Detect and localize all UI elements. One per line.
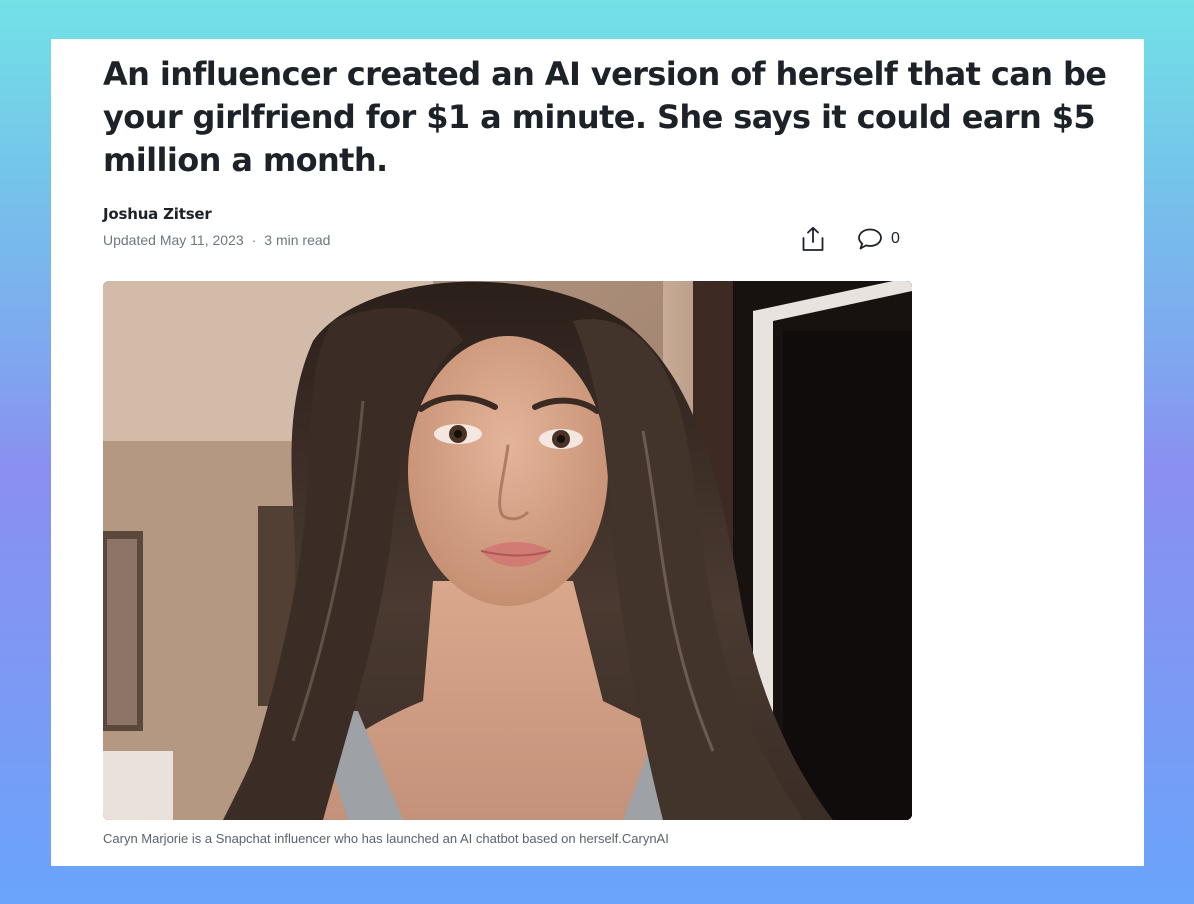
article-headline: An influencer created an AI version of h… [103, 55, 1107, 179]
author-name[interactable]: Joshua Zitser [103, 205, 212, 223]
comments-button[interactable]: 0 [857, 225, 900, 253]
share-button[interactable] [799, 225, 827, 253]
article-card: An influencer created an AI version of h… [51, 39, 1144, 866]
updated-date: Updated May 11, 2023 [103, 232, 244, 248]
read-time: 3 min read [264, 232, 331, 248]
meta-separator: · [251, 232, 257, 248]
article-meta: Updated May 11, 2023 · 3 min read [103, 232, 330, 248]
image-caption: Caryn Marjorie is a Snapchat influencer … [103, 831, 669, 846]
comment-icon [858, 228, 882, 250]
article-image[interactable] [103, 281, 912, 820]
portrait-photo [103, 281, 912, 820]
share-icon [802, 226, 824, 251]
comment-count: 0 [891, 230, 900, 247]
